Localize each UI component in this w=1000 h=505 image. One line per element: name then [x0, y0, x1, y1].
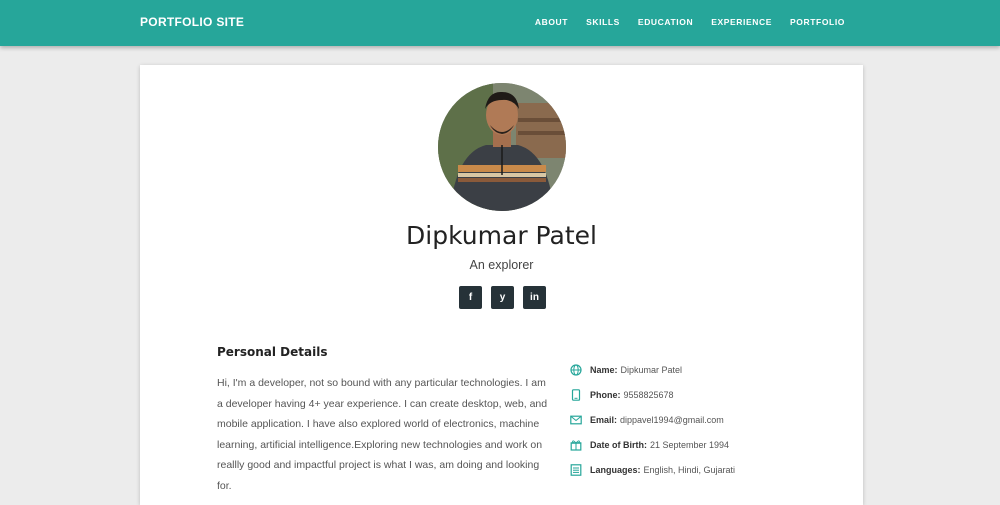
nav-link-skills[interactable]: SKILLS: [586, 17, 620, 27]
twitter-button[interactable]: y: [491, 286, 514, 309]
detail-label: Email:: [590, 414, 618, 425]
nav-link-experience[interactable]: EXPERIENCE: [711, 17, 772, 27]
personal-details-heading: Personal Details: [217, 345, 328, 359]
detail-phone: Phone: 9558825678: [570, 382, 735, 407]
linkedin-button[interactable]: in: [523, 286, 546, 309]
list-icon: [570, 463, 582, 476]
top-navbar: PORTFOLIO SITE ABOUT SKILLS EDUCATION EX…: [0, 0, 1000, 46]
detail-value: Dipkumar Patel: [620, 364, 683, 375]
social-links: f y in: [459, 286, 546, 309]
facebook-icon: f: [468, 292, 473, 303]
linkedin-icon: in: [530, 292, 539, 303]
profile-tagline: An explorer: [469, 258, 534, 272]
nav-links: ABOUT SKILLS EDUCATION EXPERIENCE PORTFO…: [535, 17, 845, 27]
globe-icon: [570, 363, 582, 376]
detail-email: Email: dippavel1994@gmail.com: [570, 407, 735, 432]
bio-text: Hi, I'm a developer, not so bound with a…: [217, 377, 548, 492]
profile-card: Dipkumar Patel An explorer f y in Person…: [140, 65, 863, 505]
profile-name: Dipkumar Patel: [406, 221, 597, 250]
detail-dob: Date of Birth: 21 September 1994: [570, 432, 735, 457]
nav-link-education[interactable]: EDUCATION: [638, 17, 693, 27]
gift-icon: [570, 439, 582, 451]
detail-value[interactable]: dippavel1994@gmail.com: [620, 415, 724, 425]
detail-value: 9558825678: [623, 389, 674, 400]
detail-label: Phone:: [590, 389, 621, 400]
facebook-button[interactable]: f: [459, 286, 482, 309]
detail-value: English, Hindi, Gujarati: [643, 464, 736, 475]
detail-name: Name: Dipkumar Patel: [570, 357, 735, 382]
detail-label: Date of Birth:: [590, 439, 647, 450]
detail-label: Languages:: [590, 464, 641, 475]
details-list: Name: Dipkumar Patel Phone: 9558825678 E…: [570, 357, 735, 482]
phone-icon: [571, 388, 581, 401]
email-icon: [570, 415, 582, 424]
avatar: [438, 83, 566, 211]
nav-link-portfolio[interactable]: PORTFOLIO: [790, 17, 845, 27]
detail-languages: Languages: English, Hindi, Gujarati: [570, 457, 735, 482]
detail-value: 21 September 1994: [650, 439, 730, 450]
detail-label: Name:: [590, 364, 618, 375]
twitter-icon: y: [499, 292, 506, 303]
nav-link-about[interactable]: ABOUT: [535, 17, 568, 27]
brand-logo[interactable]: PORTFOLIO SITE: [140, 15, 244, 29]
